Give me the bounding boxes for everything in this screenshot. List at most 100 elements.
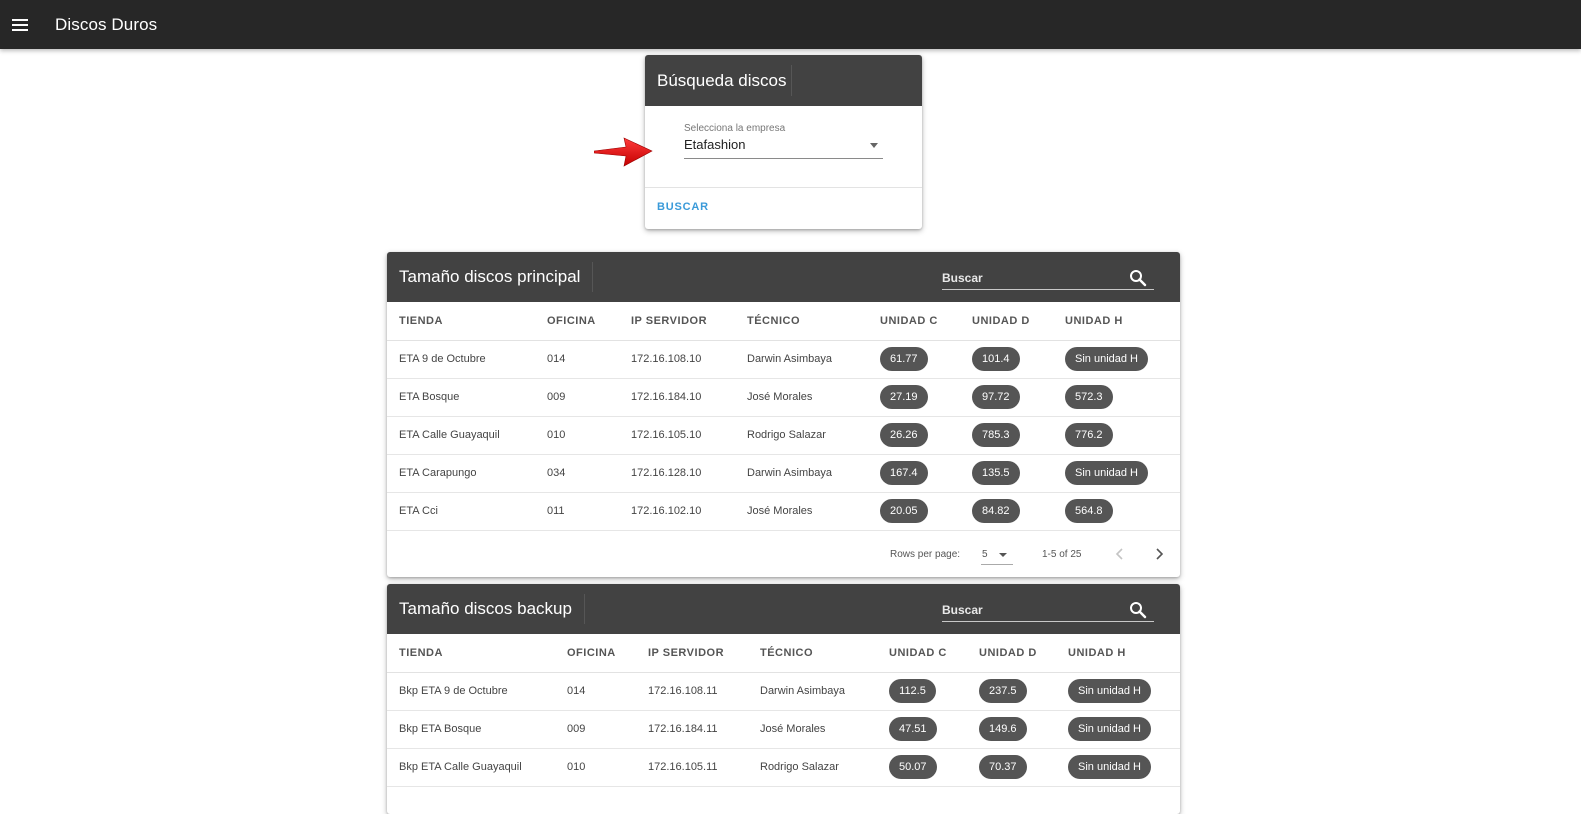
search-icon[interactable] [1129,601,1147,619]
unidad-d-chip[interactable]: 135.5 [972,461,1020,485]
backup-card-header: Tamaño discos backup [387,584,1180,634]
cell-unidad-h: Sin unidad H [1053,454,1180,493]
column-header[interactable]: UNIDAD D [967,634,1056,673]
cell-unidad-c: 27.19 [868,378,960,417]
cell-unidad-h: Sin unidad H [1053,340,1180,379]
column-header[interactable]: TIENDA [387,634,555,673]
chevron-left-icon[interactable] [1113,547,1127,561]
cell-ip: 172.16.102.10 [619,492,735,531]
unidad-h-chip[interactable]: Sin unidad H [1068,755,1151,779]
chevron-right-icon[interactable] [1152,547,1166,561]
cell-tienda: ETA Calle Guayaquil [387,416,535,455]
cell-unidad-d: 70.37 [967,748,1056,787]
menu-icon [12,18,28,31]
search-card: Búsqueda discos Selecciona la empresa Et… [645,55,922,229]
column-header[interactable]: OFICINA [555,634,636,673]
cell-tecnico: Darwin Asimbaya [735,454,868,493]
principal-disks-card: Tamaño discos principal TIENDA OFICINA I… [387,252,1180,577]
company-select-label: Selecciona la empresa [684,123,786,134]
cell-oficina: 011 [535,492,619,531]
table-row[interactable]: ETA Cci 011 172.16.102.10 José Morales 2… [387,492,1180,531]
backup-table: TIENDA OFICINA IP SERVIDOR TÉCNICO UNIDA… [387,634,1180,787]
table-header-row: TIENDA OFICINA IP SERVIDOR TÉCNICO UNIDA… [387,634,1180,673]
unidad-d-chip[interactable]: 97.72 [972,385,1020,409]
column-header[interactable]: TÉCNICO [748,634,877,673]
table-row[interactable]: ETA Calle Guayaquil 010 172.16.105.10 Ro… [387,416,1180,455]
column-header[interactable]: TIENDA [387,302,535,341]
unidad-c-chip[interactable]: 50.07 [889,755,937,779]
menu-button[interactable] [0,0,40,49]
unidad-c-chip[interactable]: 27.19 [880,385,928,409]
principal-card-title: Tamaño discos principal [399,267,581,286]
app-title: Discos Duros [55,14,158,34]
cell-ip: 172.16.105.10 [619,416,735,455]
search-button[interactable]: BUSCAR [657,201,709,213]
unidad-d-chip[interactable]: 785.3 [972,423,1020,447]
cell-tecnico: Darwin Asimbaya [735,340,868,379]
cell-unidad-h: 572.3 [1053,378,1180,417]
unidad-d-chip[interactable]: 149.6 [979,717,1027,741]
rows-per-page-value: 5 [982,549,988,560]
unidad-d-chip[interactable]: 101.4 [972,347,1020,371]
pagination: Rows per page: 5 1-5 of 25 [387,533,1180,577]
column-header[interactable]: UNIDAD C [877,634,967,673]
unidad-c-chip[interactable]: 167.4 [880,461,928,485]
cell-unidad-h: 564.8 [1053,492,1180,531]
company-select-value: Etafashion [684,137,746,152]
cell-unidad-c: 167.4 [868,454,960,493]
unidad-c-chip[interactable]: 20.05 [880,499,928,523]
cell-unidad-d: 84.82 [960,492,1053,531]
cell-tienda: Bkp ETA Calle Guayaquil [387,748,555,787]
table-row[interactable]: Bkp ETA Bosque 009 172.16.184.11 José Mo… [387,710,1180,749]
header-divider [583,594,585,624]
unidad-c-chip[interactable]: 47.51 [889,717,937,741]
unidad-c-chip[interactable]: 112.5 [889,679,936,703]
unidad-h-chip[interactable]: Sin unidad H [1068,717,1151,741]
unidad-d-chip[interactable]: 237.5 [979,679,1027,703]
backup-search-input[interactable] [942,600,1122,620]
unidad-c-chip[interactable]: 61.77 [880,347,928,371]
rows-per-page-label: Rows per page: [890,549,961,560]
unidad-h-chip[interactable]: Sin unidad H [1068,679,1151,703]
principal-card-header: Tamaño discos principal [387,252,1180,302]
cell-unidad-d: 101.4 [960,340,1053,379]
cell-tienda: ETA Carapungo [387,454,535,493]
page-range: 1-5 of 25 [1042,549,1082,560]
unidad-c-chip[interactable]: 26.26 [880,423,928,447]
cell-tecnico: Rodrigo Salazar [748,748,877,787]
column-header[interactable]: UNIDAD C [868,302,960,341]
rows-per-page-select[interactable]: 5 [981,543,1013,565]
table-row[interactable]: Bkp ETA 9 de Octubre 014 172.16.108.11 D… [387,672,1180,711]
company-select[interactable]: Selecciona la empresa Etafashion [684,122,883,159]
cell-ip: 172.16.184.11 [636,710,748,749]
table-row[interactable]: ETA Bosque 009 172.16.184.10 José Morale… [387,378,1180,417]
column-header[interactable]: OFICINA [535,302,619,341]
unidad-h-chip[interactable]: 776.2 [1065,423,1113,447]
table-row[interactable]: ETA 9 de Octubre 014 172.16.108.10 Darwi… [387,340,1180,379]
unidad-h-chip[interactable]: Sin unidad H [1065,347,1148,371]
cell-oficina: 009 [535,378,619,417]
red-arrow-icon [594,137,653,167]
cell-unidad-d: 135.5 [960,454,1053,493]
column-header[interactable]: IP SERVIDOR [636,634,748,673]
unidad-h-chip[interactable]: 572.3 [1065,385,1113,409]
cell-tienda: ETA 9 de Octubre [387,340,535,379]
column-header[interactable]: UNIDAD H [1053,302,1180,341]
column-header[interactable]: IP SERVIDOR [619,302,735,341]
table-row[interactable]: Bkp ETA Calle Guayaquil 010 172.16.105.1… [387,748,1180,787]
unidad-d-chip[interactable]: 84.82 [972,499,1020,523]
unidad-d-chip[interactable]: 70.37 [979,755,1027,779]
cell-oficina: 010 [535,416,619,455]
unidad-h-chip[interactable]: Sin unidad H [1065,461,1148,485]
column-header[interactable]: UNIDAD D [960,302,1053,341]
table-row[interactable]: ETA Carapungo 034 172.16.128.10 Darwin A… [387,454,1180,493]
search-icon[interactable] [1129,269,1147,287]
cell-ip: 172.16.108.10 [619,340,735,379]
unidad-h-chip[interactable]: 564.8 [1065,499,1113,523]
column-header[interactable]: TÉCNICO [735,302,868,341]
cell-unidad-c: 61.77 [868,340,960,379]
cell-unidad-h: Sin unidad H [1056,672,1180,711]
principal-search-input[interactable] [942,268,1122,288]
cell-unidad-h: 776.2 [1053,416,1180,455]
column-header[interactable]: UNIDAD H [1056,634,1180,673]
